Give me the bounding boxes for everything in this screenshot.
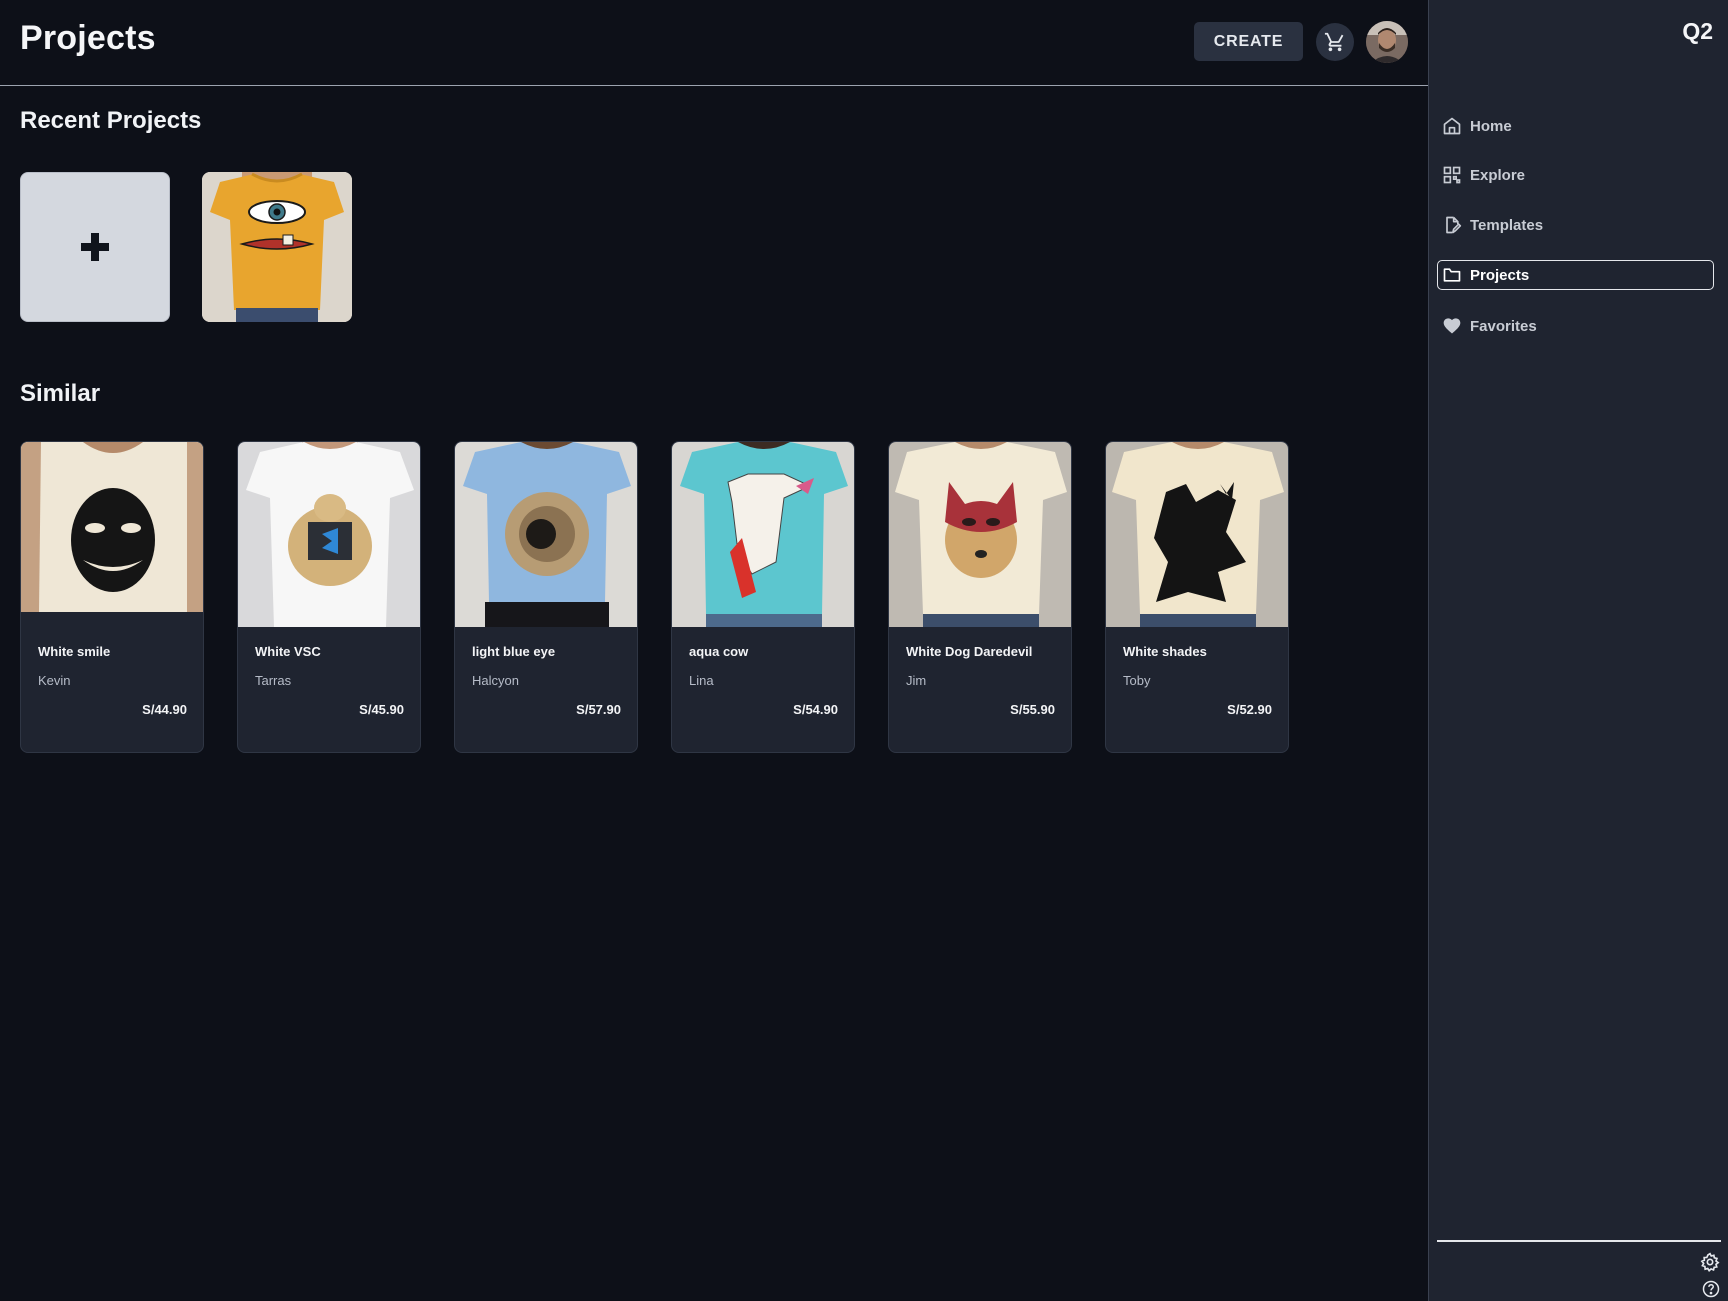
product-card[interactable]: White Dog Daredevil Jim S/55.90	[888, 441, 1072, 753]
new-project-button[interactable]	[20, 172, 170, 322]
user-avatar[interactable]	[1366, 21, 1408, 63]
grid-icon	[1443, 166, 1461, 184]
product-author: Lina	[689, 673, 714, 688]
folder-icon	[1443, 268, 1461, 282]
product-name: White smile	[38, 644, 111, 659]
cart-icon	[1324, 32, 1344, 52]
recent-projects-heading: Recent Projects	[20, 107, 202, 134]
recent-project-thumbnail[interactable]	[202, 172, 352, 322]
yellow-eye-tshirt-image	[202, 172, 352, 322]
sidebar-item-favorites[interactable]: Favorites	[1437, 311, 1714, 341]
product-price: S/44.90	[142, 702, 187, 717]
product-name: White shades	[1123, 644, 1207, 659]
gear-icon[interactable]	[1700, 1252, 1720, 1272]
similar-heading: Similar	[20, 380, 101, 407]
sidebar-item-label: Projects	[1470, 266, 1530, 284]
product-name: light blue eye	[472, 644, 556, 659]
product-author: Halcyon	[472, 673, 519, 688]
white-vsc-tshirt-image	[238, 442, 420, 627]
heart-icon	[1443, 318, 1461, 334]
brand-logo: Q2	[1682, 18, 1713, 44]
avatar-image	[1366, 21, 1408, 63]
white-shades-tshirt-image	[1106, 442, 1288, 627]
product-name: aqua cow	[689, 644, 749, 659]
white-dog-daredevil-tshirt-image	[889, 442, 1071, 627]
plus-icon	[81, 233, 109, 261]
sidebar-item-label: Explore	[1470, 166, 1526, 184]
aqua-cow-tshirt-image	[672, 442, 854, 627]
document-edit-icon	[1446, 216, 1462, 234]
sidebar-item-templates[interactable]: Templates	[1437, 210, 1714, 240]
white-smile-tshirt-image	[21, 442, 203, 627]
sidebar-item-projects[interactable]: Projects	[1437, 260, 1714, 290]
sidebar: Q2 Home Explore Templates Projects Favor…	[1428, 0, 1728, 1301]
sidebar-item-explore[interactable]: Explore	[1437, 160, 1714, 190]
product-card[interactable]: White VSC Tarras S/45.90	[237, 441, 421, 753]
product-name: White VSC	[255, 644, 321, 659]
product-card[interactable]: White smile Kevin S/44.90	[20, 441, 204, 753]
product-price: S/54.90	[793, 702, 838, 717]
help-icon[interactable]	[1702, 1280, 1720, 1298]
product-price: S/45.90	[359, 702, 404, 717]
sidebar-divider	[1437, 1240, 1721, 1242]
sidebar-item-label: Templates	[1470, 216, 1544, 234]
product-name: White Dog Daredevil	[906, 644, 1033, 659]
product-author: Toby	[1123, 673, 1151, 688]
light-blue-eye-tshirt-image	[455, 442, 637, 627]
create-button[interactable]: CREATE	[1194, 22, 1303, 61]
product-card[interactable]: aqua cow Lina S/54.90	[671, 441, 855, 753]
product-author: Jim	[906, 673, 927, 688]
top-bar: Projects CREATE	[0, 0, 1428, 86]
main-content: Projects CREATE Recent Projects Similar …	[0, 0, 1428, 1301]
product-price: S/55.90	[1010, 702, 1055, 717]
sidebar-item-label: Favorites	[1470, 317, 1537, 335]
sidebar-item-home[interactable]: Home	[1437, 111, 1714, 141]
product-author: Tarras	[255, 673, 292, 688]
page-title: Projects	[20, 19, 156, 57]
product-card[interactable]: White shades Toby S/52.90	[1105, 441, 1289, 753]
product-author: Kevin	[38, 673, 71, 688]
product-price: S/57.90	[576, 702, 621, 717]
cart-button[interactable]	[1316, 23, 1354, 61]
product-price: S/52.90	[1227, 702, 1272, 717]
sidebar-item-label: Home	[1470, 117, 1512, 135]
product-card[interactable]: light blue eye Halcyon S/57.90	[454, 441, 638, 753]
home-icon	[1443, 117, 1461, 135]
